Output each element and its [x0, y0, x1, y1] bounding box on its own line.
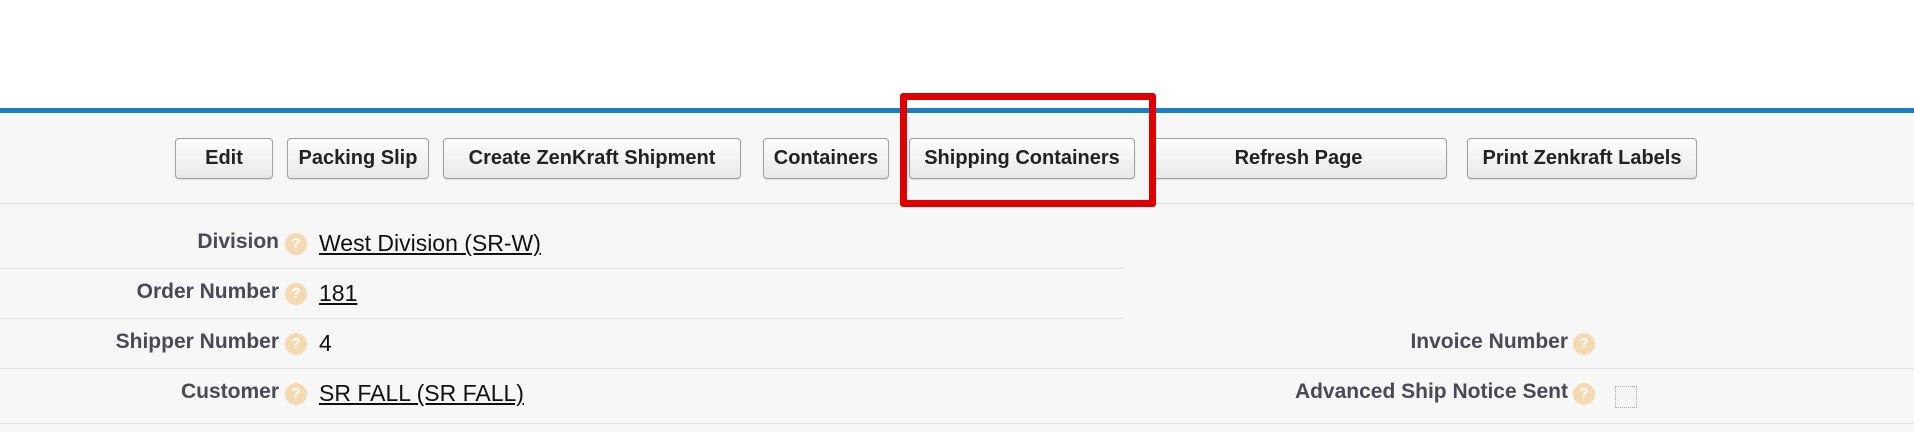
advanced-ship-notice-sent-checkbox[interactable]	[1615, 386, 1637, 408]
edit-button[interactable]: Edit	[175, 138, 273, 179]
help-icon[interactable]: ?	[285, 233, 307, 255]
row-divider	[0, 268, 1124, 269]
customer-label: Customer	[180, 380, 279, 403]
division-label: Division	[197, 230, 279, 253]
containers-button[interactable]: Containers	[763, 138, 889, 179]
customer-value-link[interactable]: SR FALL (SR FALL)	[319, 380, 524, 407]
create-zenkraft-shipment-button[interactable]: Create ZenKraft Shipment	[443, 138, 741, 179]
help-icon[interactable]: ?	[1573, 383, 1595, 405]
help-icon[interactable]: ?	[285, 333, 307, 355]
shipper-number-label: Shipper Number	[115, 330, 279, 353]
shipping-containers-button[interactable]: Shipping Containers	[909, 138, 1135, 179]
page: Edit Packing Slip Create ZenKraft Shipme…	[0, 0, 1914, 432]
header-blank-area	[0, 0, 1914, 108]
shipper-number-value: 4	[319, 330, 332, 356]
order-number-label: Order Number	[136, 280, 279, 303]
row-divider	[0, 368, 1914, 369]
invoice-number-label: Invoice Number	[1410, 330, 1568, 353]
packing-slip-button[interactable]: Packing Slip	[287, 138, 429, 179]
help-icon[interactable]: ?	[1573, 333, 1595, 355]
row-divider	[0, 423, 1914, 424]
print-zenkraft-labels-button[interactable]: Print Zenkraft Labels	[1467, 138, 1697, 179]
help-icon[interactable]: ?	[285, 383, 307, 405]
refresh-page-button[interactable]: Refresh Page	[1150, 138, 1447, 179]
row-divider	[0, 318, 1124, 319]
help-icon[interactable]: ?	[285, 283, 307, 305]
division-value-link[interactable]: West Division (SR-W)	[319, 230, 541, 257]
order-number-value-link[interactable]: 181	[319, 280, 357, 307]
advanced-ship-notice-sent-label: Advanced Ship Notice Sent	[1294, 380, 1568, 403]
